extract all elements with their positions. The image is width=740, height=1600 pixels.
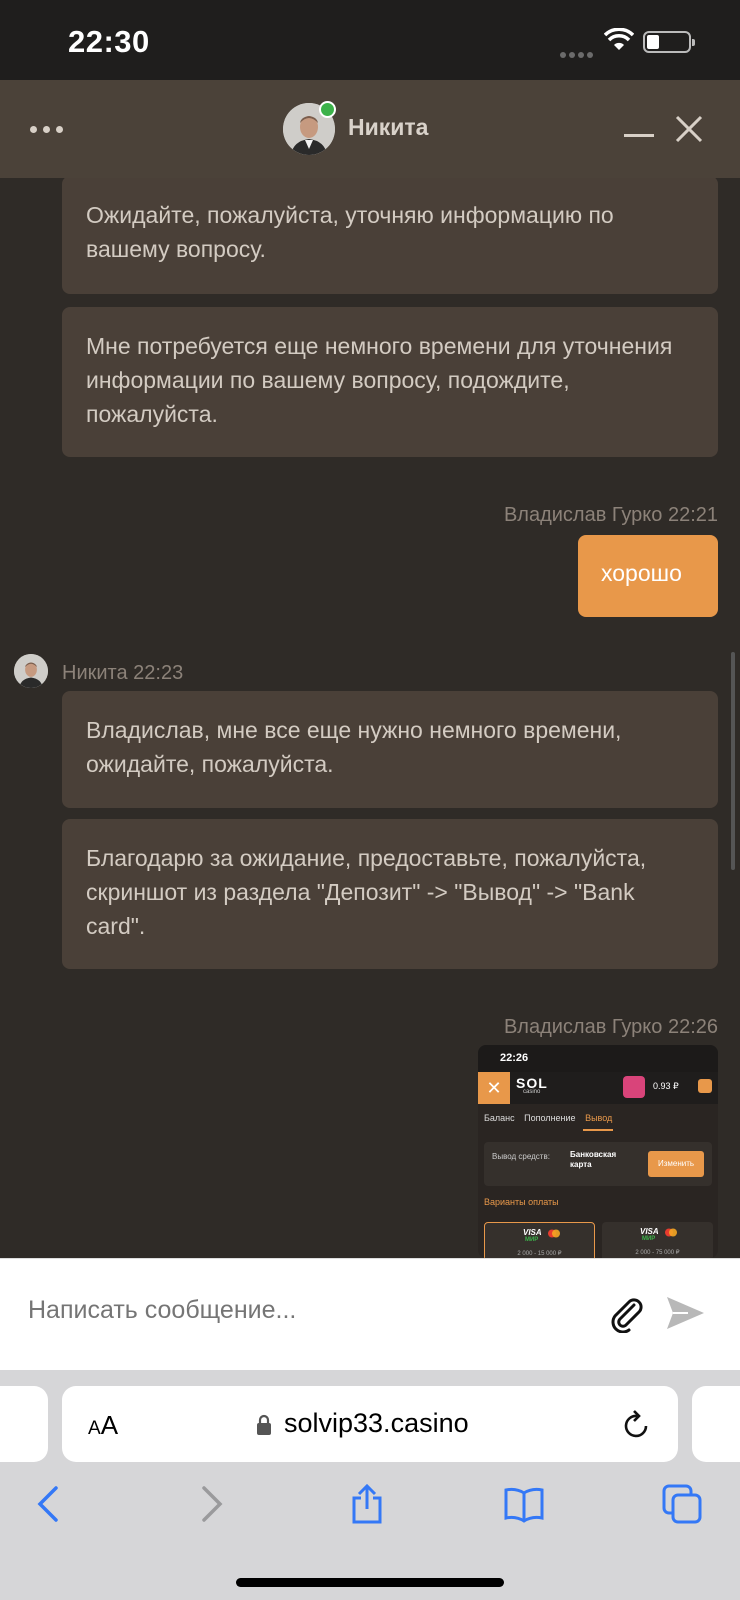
attachment-tab: Баланс <box>484 1113 515 1123</box>
screenshot-attachment[interactable]: 22:26 ✕ SOL casino 0.93 ₽ Баланс Пополне… <box>478 1045 718 1258</box>
sender-timestamp: Владислав Гурко 22:21 <box>503 504 718 526</box>
attachment-change-button: Изменить <box>648 1151 704 1177</box>
attachment-close-icon: ✕ <box>478 1072 510 1104</box>
attachment-card-brand: VISA <box>640 1227 659 1236</box>
attachment-tabs: Баланс Пополнение Вывод <box>484 1113 619 1123</box>
status-bar: 22:30 <box>0 0 740 80</box>
agent-message: Мне потребуется еще немного времени для … <box>62 307 718 457</box>
chat-header: Никита <box>0 80 740 178</box>
chat-scrollbar[interactable] <box>731 652 735 870</box>
attachment-withdraw-label: Вывод средств: <box>492 1152 550 1161</box>
attachment-status-bar: 22:26 <box>478 1045 718 1072</box>
message-text: Мне потребуется еще немного времени для … <box>86 333 673 427</box>
sender-timestamp: Владислав Гурко 22:26 <box>503 1016 718 1038</box>
agent-message: Ожидайте, пожалуйста, уточняю информацию… <box>62 178 718 294</box>
attachment-tab: Пополнение <box>524 1113 576 1123</box>
aa-small: A <box>88 1418 101 1439</box>
attachment-card-range: 2 000 - 75 000 ₽ <box>635 1250 680 1256</box>
message-text: Владислав, мне все еще нужно немного вре… <box>86 717 622 777</box>
attachment-card-sub: МИР <box>642 1236 656 1242</box>
agent-message: Владислав, мне все еще нужно немного вре… <box>62 691 718 808</box>
attachment-card-range: 2 000 - 15 000 ₽ <box>517 1251 562 1257</box>
bookmarks-icon[interactable] <box>504 1484 544 1524</box>
reader-options-button[interactable]: AA <box>88 1410 118 1441</box>
home-indicator <box>236 1578 504 1587</box>
wifi-icon <box>604 28 634 50</box>
attachment-withdraw-box: Вывод средств: Банковская карта Изменить <box>484 1142 712 1186</box>
next-tab-preview[interactable] <box>692 1386 740 1462</box>
agent-name: Никита <box>348 114 429 140</box>
message-text: хорошо <box>601 560 682 586</box>
online-status-indicator <box>319 101 336 118</box>
attachment-payment-card: VISA МИР 2 000 - 15 000 ₽ <box>484 1222 595 1258</box>
message-text: Ожидайте, пожалуйста, уточняю информацию… <box>86 202 614 262</box>
url-field[interactable]: AA solvip33.casino <box>62 1386 678 1462</box>
back-icon[interactable] <box>30 1484 70 1524</box>
attachment-withdraw-value: Банковская карта <box>570 1150 617 1169</box>
aa-large: A <box>100 1410 119 1440</box>
message-input[interactable] <box>28 1296 568 1325</box>
reload-icon[interactable] <box>622 1408 652 1440</box>
battery-icon <box>643 31 695 53</box>
lock-icon <box>257 1414 271 1435</box>
chat-message-list[interactable]: Ожидайте, пожалуйста, уточняю информацию… <box>0 178 740 1258</box>
user-message: хорошо <box>578 535 718 617</box>
agent-message: Благодарю за ожидание, предоставьте, пож… <box>62 819 718 969</box>
tabs-icon[interactable] <box>662 1484 702 1524</box>
attachment-variants-title: Варианты оплаты <box>484 1197 559 1207</box>
forward-icon[interactable] <box>190 1484 230 1524</box>
message-text: Благодарю за ожидание, предоставьте, пож… <box>86 845 647 939</box>
agent-avatar-small <box>14 654 48 688</box>
paperclip-icon[interactable] <box>606 1293 646 1333</box>
previous-tab-preview[interactable] <box>0 1386 48 1462</box>
status-time: 22:30 <box>68 24 150 59</box>
send-icon[interactable] <box>664 1293 706 1333</box>
mastercard-icon <box>548 1229 560 1238</box>
attachment-payment-card: VISA МИР 2 000 - 75 000 ₽ <box>602 1222 713 1258</box>
url-text: solvip33.casino <box>284 1408 469 1438</box>
sender-timestamp: Никита 22:23 <box>62 662 184 684</box>
browser-address-bar: AA solvip33.casino <box>0 1370 740 1462</box>
attachment-card-brand: VISA <box>523 1228 542 1237</box>
share-icon[interactable] <box>347 1484 387 1524</box>
browser-toolbar <box>0 1462 740 1600</box>
attachment-topbar: ✕ SOL casino 0.93 ₽ <box>478 1072 718 1104</box>
attachment-tab-active: Вывод <box>585 1113 613 1123</box>
attachment-tab-underline <box>583 1129 613 1131</box>
attachment-plus-icon <box>698 1079 712 1093</box>
attachment-gift-icon <box>623 1076 645 1098</box>
attachment-time: 22:26 <box>500 1052 529 1064</box>
minimize-icon[interactable] <box>624 134 654 137</box>
attachment-logo-sub: casino <box>523 1089 541 1095</box>
attachment-card-sub: МИР <box>525 1237 539 1243</box>
cellular-signal-icon <box>560 45 596 63</box>
mastercard-icon <box>665 1228 677 1237</box>
more-options-icon[interactable] <box>30 120 69 138</box>
message-composer <box>0 1258 740 1370</box>
close-icon[interactable] <box>674 114 704 144</box>
attachment-balance: 0.93 ₽ <box>653 1081 679 1091</box>
